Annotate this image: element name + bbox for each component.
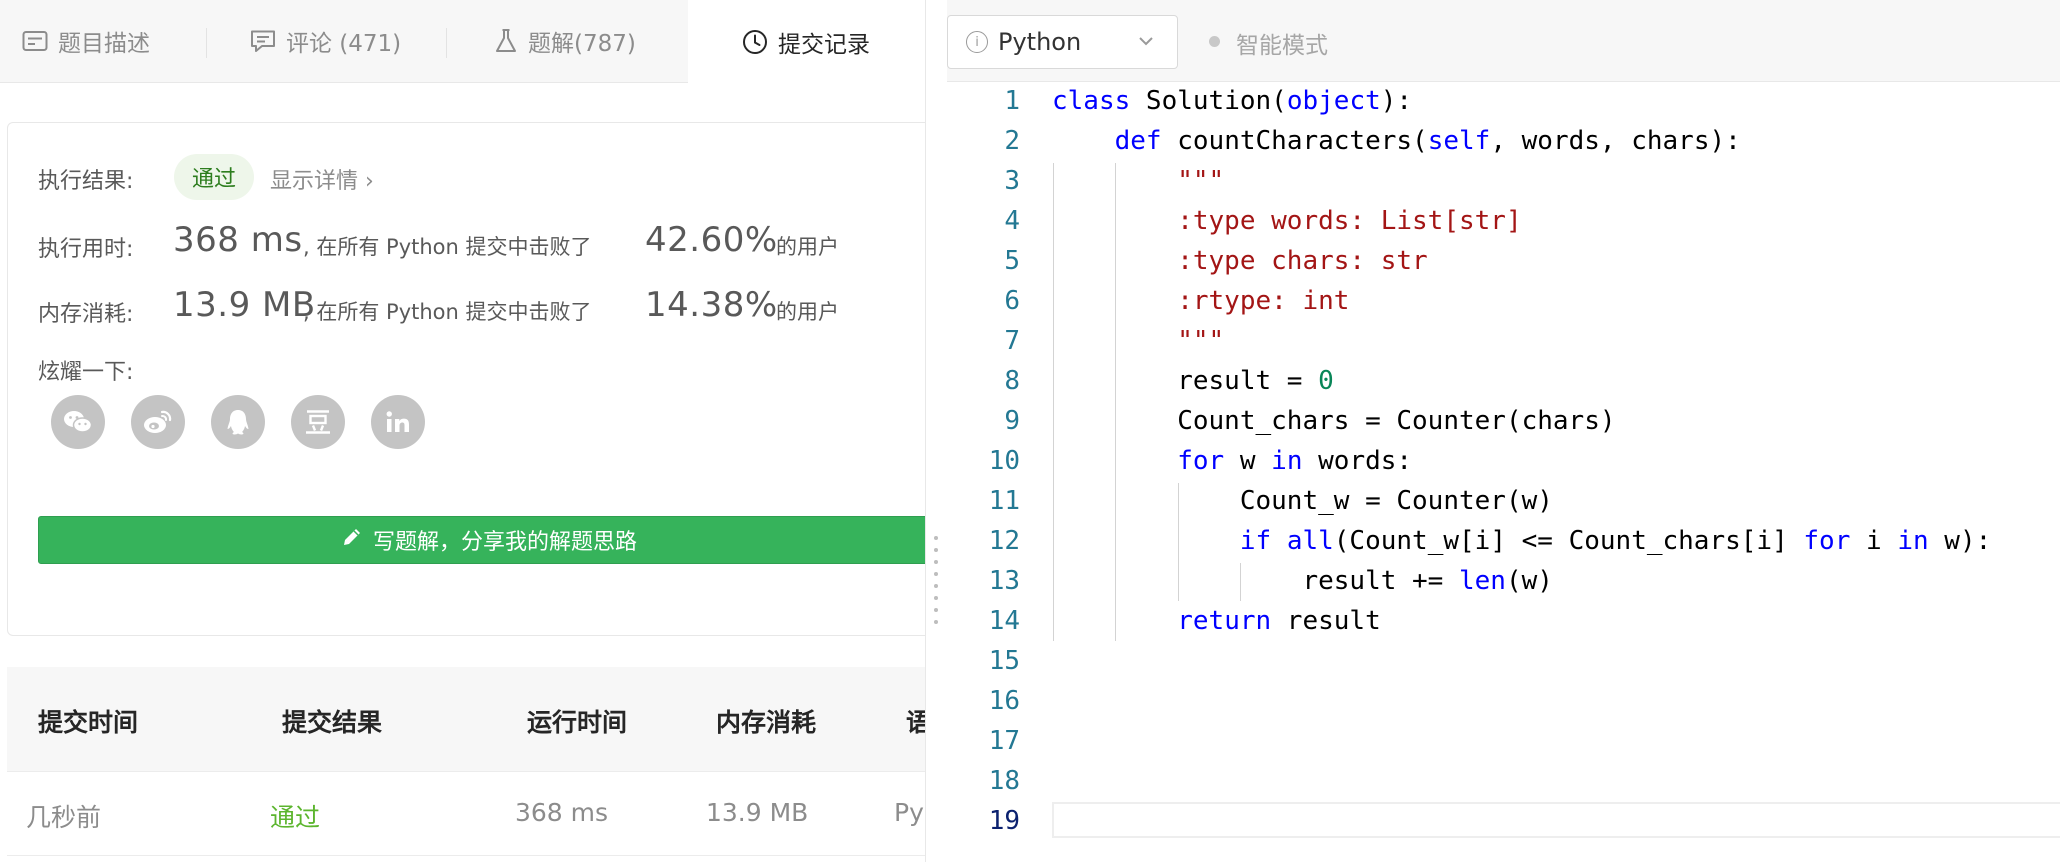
line-number: 17 — [988, 726, 1020, 756]
code-line: result += len(w) — [1052, 566, 1553, 596]
tab-solutions[interactable]: 题解(787) — [494, 0, 636, 82]
line-number: 7 — [1004, 326, 1020, 356]
line-number: 10 — [988, 446, 1020, 476]
line-number: 11 — [988, 486, 1020, 516]
line-number: 16 — [988, 686, 1020, 716]
line-number: 14 — [988, 606, 1020, 636]
submission-time: 几秒前 — [26, 803, 102, 832]
runtime-suffix: 的用户 — [776, 235, 839, 259]
memory-text: , 在所有 Python 提交中击败了 — [303, 300, 592, 324]
code-line: :type words: List[str] — [1052, 206, 1522, 236]
write-solution-button[interactable]: 写题解，分享我的解题思路 — [38, 516, 925, 564]
language-value: Python — [998, 28, 1082, 56]
grip-dot — [934, 584, 938, 588]
column-header: 语 — [906, 708, 925, 737]
code-line: :type chars: str — [1052, 246, 1428, 276]
code-line: def countCharacters(self, words, chars): — [1114, 126, 1741, 156]
grip-dot — [934, 548, 938, 552]
line-number: 1 — [1004, 86, 1020, 116]
current-line-highlight — [1052, 802, 2060, 838]
submission-result-link[interactable]: 通过 — [270, 798, 320, 834]
tab-solutions-label: 题解(787) — [528, 31, 636, 57]
column-header: 内存消耗 — [716, 708, 817, 737]
submission-runtime: 368 ms — [515, 798, 609, 827]
submission-memory: 13.9 MB — [706, 798, 809, 827]
runtime-percent: 42.60% — [645, 220, 778, 260]
runtime-value: 368 ms — [173, 220, 303, 260]
smart-mode-toggle[interactable]: 智能模式 — [1236, 26, 1328, 60]
line-number: 3 — [1004, 166, 1020, 196]
pencil-icon — [341, 526, 363, 554]
line-number: 12 — [988, 526, 1020, 556]
code-line: return result — [1177, 606, 1381, 636]
show-details-link[interactable]: 显示详情 › — [270, 163, 374, 195]
douban-icon[interactable] — [291, 395, 345, 449]
line-number-current: 19 — [988, 806, 1020, 836]
qq-icon[interactable] — [211, 395, 265, 449]
language-select[interactable]: i Python — [947, 15, 1178, 69]
status-label: 执行结果: — [38, 169, 134, 194]
line-number: 18 — [988, 766, 1020, 796]
tab-description-label: 题目描述 — [58, 31, 150, 57]
grip-dot — [934, 536, 938, 540]
memory-label: 内存消耗: — [38, 302, 134, 327]
wechat-icon[interactable] — [51, 395, 105, 449]
code-line: result = 0 — [1052, 366, 1334, 396]
clock-icon — [742, 29, 768, 55]
row-divider — [7, 855, 925, 856]
tab-submissions[interactable]: 提交记录 — [688, 0, 925, 83]
code-line: if all(Count_w[i] <= Count_chars[i] for … — [1239, 526, 1992, 556]
runtime-text: , 在所有 Python 提交中击败了 — [303, 235, 592, 259]
info-icon: i — [966, 31, 988, 53]
line-number: 6 — [1004, 286, 1020, 316]
toggle-dot-icon — [1209, 36, 1220, 47]
memory-suffix: 的用户 — [776, 300, 839, 324]
grip-dot — [934, 560, 938, 564]
tab-divider — [446, 28, 447, 58]
code-line: for w in words: — [1177, 446, 1413, 476]
code-line: Count_chars = Counter(chars) — [1052, 406, 1616, 436]
grip-dot — [934, 620, 938, 624]
comment-icon — [250, 29, 276, 53]
code-line: class Solution(object): — [1052, 86, 1413, 116]
write-solution-label: 写题解，分享我的解题思路 — [372, 530, 637, 555]
tab-divider — [206, 28, 207, 58]
flask-icon — [494, 28, 518, 54]
tab-submissions-label: 提交记录 — [778, 31, 870, 58]
code-line: :rtype: int — [1052, 286, 1350, 316]
line-number: 2 — [1004, 126, 1020, 156]
line-number: 15 — [988, 646, 1020, 676]
chevron-down-icon — [1137, 32, 1155, 54]
code-line: Count_w = Counter(w) — [1052, 486, 1553, 516]
code-line: """ — [1052, 166, 1225, 196]
pane-resize-handle[interactable] — [925, 0, 948, 862]
tab-comments[interactable]: 评论 (471) — [250, 0, 401, 82]
grip-dot — [934, 608, 938, 612]
submission-language: Py — [894, 798, 924, 827]
memory-percent: 14.38% — [645, 285, 778, 325]
line-number: 4 — [1004, 206, 1020, 236]
weibo-icon[interactable] — [131, 395, 185, 449]
left-pane: 题目描述 评论 (471) 题解(787) 提交记录 执行结果: 通过 显示详情… — [0, 0, 925, 862]
grip-dot — [934, 596, 938, 600]
tab-description[interactable]: 题目描述 — [22, 0, 150, 82]
grip-dot — [934, 572, 938, 576]
column-header: 提交结果 — [282, 708, 383, 737]
line-number: 9 — [1004, 406, 1020, 436]
column-header: 提交时间 — [38, 708, 139, 737]
share-label: 炫耀一下: — [38, 360, 134, 385]
column-header: 运行时间 — [527, 708, 628, 737]
tab-comments-label: 评论 (471) — [286, 31, 402, 57]
linkedin-icon[interactable] — [371, 395, 425, 449]
code-line: """ — [1052, 326, 1225, 356]
status-badge: 通过 — [174, 154, 254, 200]
memory-value: 13.9 MB — [173, 285, 316, 325]
line-number: 5 — [1004, 246, 1020, 276]
line-number: 8 — [1004, 366, 1020, 396]
description-icon — [22, 30, 48, 52]
line-number: 13 — [988, 566, 1020, 596]
runtime-label: 执行用时: — [38, 237, 134, 262]
